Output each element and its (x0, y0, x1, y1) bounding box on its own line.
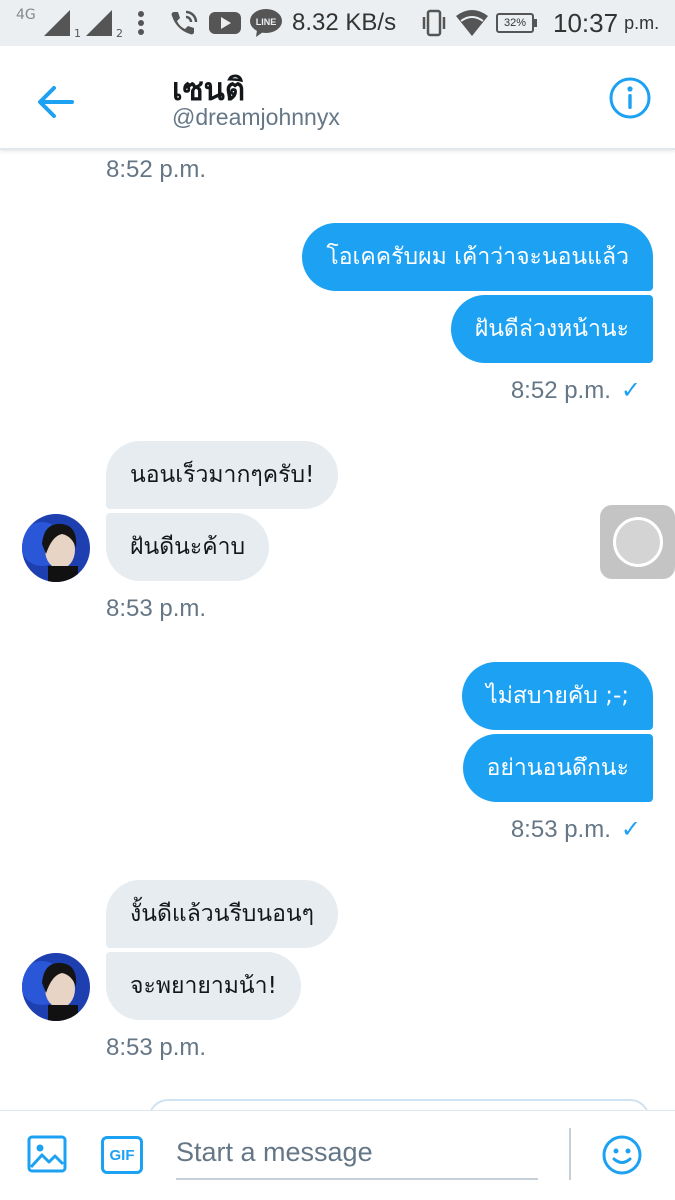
outgoing-message[interactable]: อย่านอนดึกนะ (462, 734, 653, 802)
info-button[interactable] (604, 72, 656, 124)
incoming-message[interactable]: งั้นดีแล้วนรีบนอนๆ (106, 880, 339, 948)
line-icon: LINE (249, 0, 283, 46)
net-speed: 8.32 KB/s (292, 9, 397, 36)
timestamp: 8:53 p.m. ✓ (510, 815, 641, 844)
wifi-calling-icon (168, 0, 200, 46)
composer-divider (569, 1128, 571, 1180)
youtube-icon (208, 0, 242, 46)
timestamp: 8:53 p.m. (106, 1034, 207, 1061)
svg-text:LINE: LINE (256, 17, 277, 27)
avatar[interactable] (22, 514, 90, 582)
incoming-message[interactable]: จะพยายามน้า! (106, 952, 301, 1020)
timestamp: 8:53 p.m. (106, 595, 207, 622)
conversation-handle[interactable]: @dreamjohnnyx (172, 104, 340, 131)
conversation-header: เซนติ @dreamjohnnyx (0, 46, 675, 150)
signal-sim1-icon: 1 (42, 0, 83, 46)
timestamp: 8:52 p.m. ✓ (510, 376, 641, 405)
arrow-left-icon (38, 86, 74, 118)
outgoing-message[interactable]: ไม่สบายคับ ;-; (462, 662, 653, 730)
status-bar: 4G 1 2 LINE 8.32 KB/s 32% 10:37 p.m. (0, 0, 675, 46)
wifi-icon (454, 0, 490, 46)
message-input[interactable] (176, 1126, 538, 1180)
gif-button[interactable]: GIF (101, 1136, 143, 1174)
image-icon (27, 1135, 67, 1173)
incoming-message[interactable]: ฝันดีนะค้าบ (106, 513, 270, 581)
battery-icon: 32% (496, 0, 537, 46)
outgoing-message[interactable]: ฝันดีล่วงหน้านะ (450, 295, 653, 363)
timestamp: 8:52 p.m. (106, 156, 207, 183)
add-photo-button[interactable] (26, 1133, 68, 1175)
back-button[interactable] (28, 74, 84, 130)
network-type: 4G (16, 7, 36, 23)
floating-assistive-button[interactable] (600, 505, 675, 579)
more-vert-icon (136, 0, 146, 46)
clock: 10:37 p.m. (553, 7, 660, 38)
smiley-icon (602, 1135, 642, 1175)
avatar[interactable] (22, 953, 90, 1021)
outgoing-message[interactable]: โอเคครับผม เค้าว่าจะนอนแล้ว (302, 223, 653, 291)
read-check-icon: ✓ (620, 816, 641, 843)
signal-sim2-icon: 2 (84, 0, 125, 46)
read-check-icon: ✓ (620, 377, 641, 404)
vibrate-icon (421, 0, 447, 46)
incoming-message[interactable]: นอนเร็วมากๆครับ! (106, 441, 339, 509)
info-icon (609, 77, 651, 119)
emoji-button[interactable] (601, 1134, 643, 1176)
